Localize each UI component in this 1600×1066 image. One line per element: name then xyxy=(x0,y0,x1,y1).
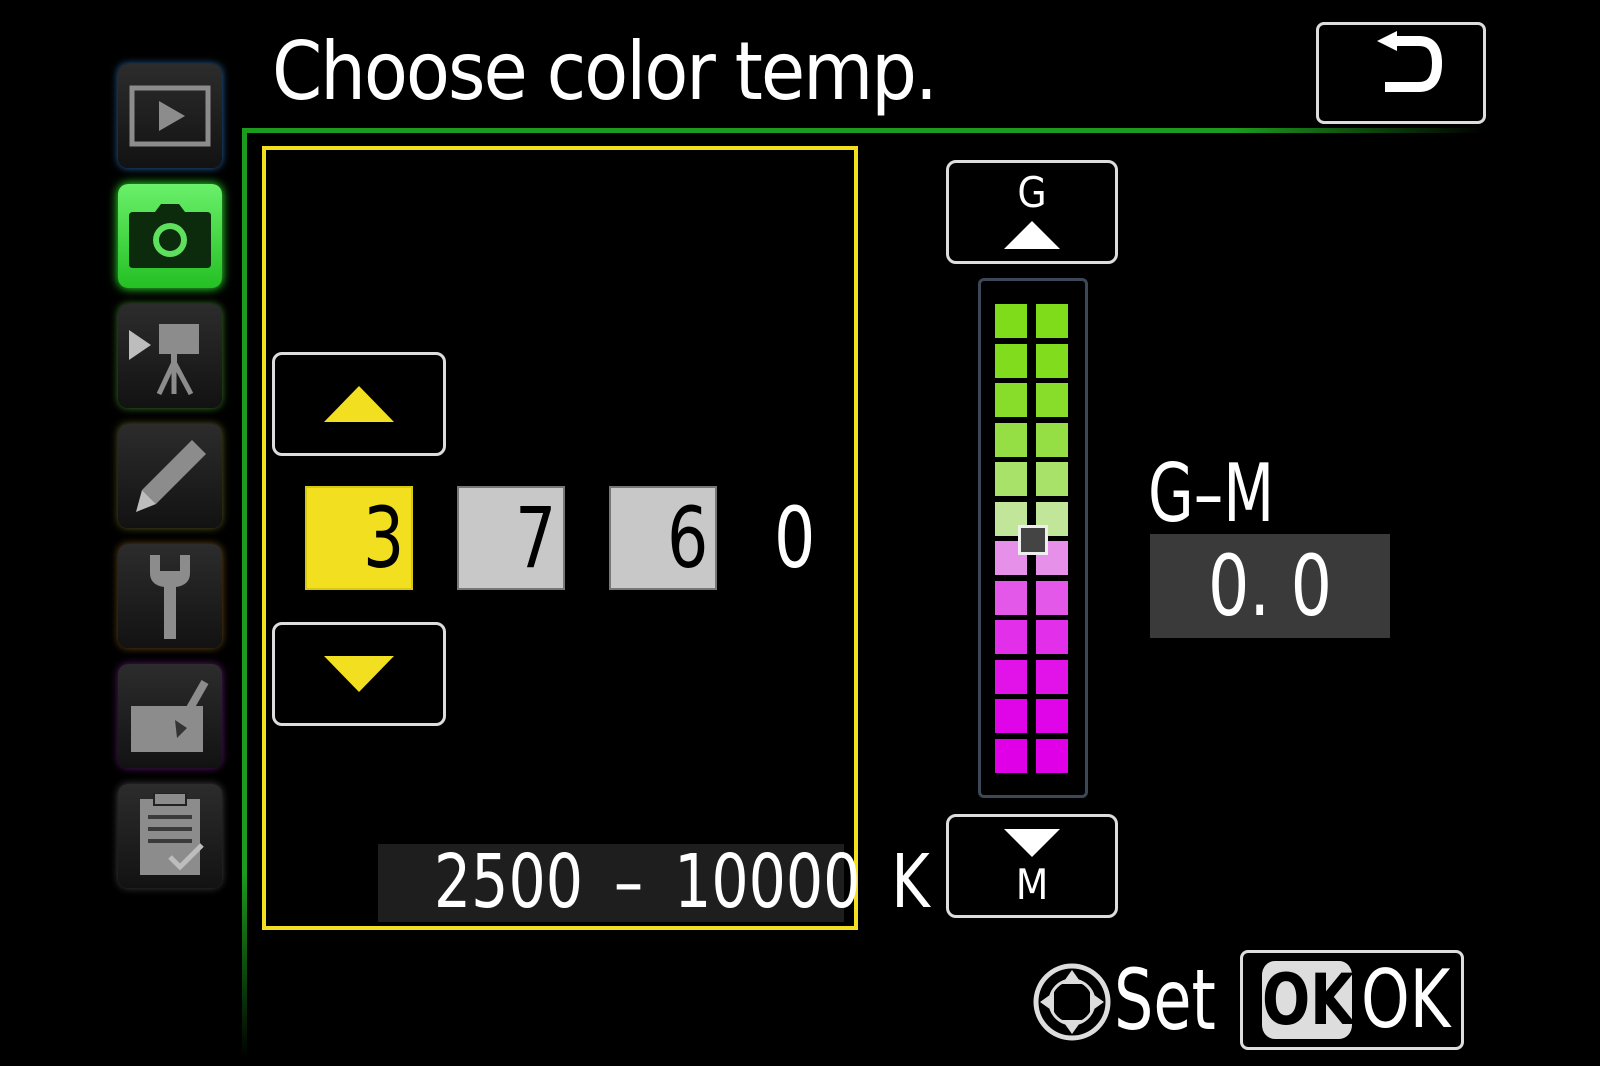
digit-tens: 6 xyxy=(667,489,709,587)
gm-segment xyxy=(995,462,1027,496)
gm-segment xyxy=(995,739,1027,773)
playback-icon xyxy=(129,85,211,147)
temp-range-label: 2500 – 10000 K xyxy=(433,839,930,925)
frame-left-line xyxy=(242,128,247,1058)
gm-value: 0. 0 xyxy=(1208,537,1332,635)
multi-selector-icon xyxy=(1033,963,1111,1041)
magenta-label: M xyxy=(1015,860,1049,909)
triangle-up-icon xyxy=(324,386,394,422)
green-label: G xyxy=(1017,168,1047,217)
gm-segment xyxy=(1036,620,1068,654)
digit-ones: 0 xyxy=(774,489,816,587)
gm-segment xyxy=(1036,383,1068,417)
gm-segment xyxy=(1036,581,1068,615)
gm-slider-marker[interactable] xyxy=(1018,525,1048,555)
gm-segment xyxy=(1036,423,1068,457)
retouch-brush-icon xyxy=(131,680,209,752)
checklist-icon xyxy=(140,793,204,875)
increment-button[interactable] xyxy=(272,352,446,456)
gm-segment xyxy=(1036,344,1068,378)
digit-hundreds: 7 xyxy=(515,489,557,587)
green-shift-button[interactable]: G xyxy=(946,160,1118,264)
gm-segment xyxy=(1036,660,1068,694)
gm-segment xyxy=(1036,304,1068,338)
movie-camera-icon xyxy=(129,324,199,396)
pencil-icon xyxy=(136,440,206,512)
digit-thousands: 3 xyxy=(363,489,405,587)
wrench-icon xyxy=(150,555,190,639)
page-title: Choose color temp. xyxy=(272,25,938,118)
playback-menu-tab[interactable] xyxy=(118,64,222,168)
gm-segment xyxy=(995,304,1027,338)
ok-chip: OK xyxy=(1262,959,1355,1041)
gm-segment xyxy=(1036,699,1068,733)
gm-segment xyxy=(1036,462,1068,496)
triangle-down-icon xyxy=(324,656,394,692)
gm-segment xyxy=(995,581,1027,615)
gm-segment xyxy=(995,383,1027,417)
ok-button[interactable]: OK OK xyxy=(1240,950,1464,1050)
gm-segment xyxy=(995,699,1027,733)
gm-segment xyxy=(995,620,1027,654)
triangle-up-icon xyxy=(1004,221,1060,249)
magenta-shift-button[interactable]: M xyxy=(946,814,1118,918)
gm-segment xyxy=(995,344,1027,378)
gm-label: G–M xyxy=(1148,447,1275,540)
gm-segment xyxy=(995,660,1027,694)
gm-segment xyxy=(1036,739,1068,773)
ok-label: OK xyxy=(1361,953,1451,1046)
movie-shooting-menu-tab[interactable] xyxy=(118,304,222,408)
my-menu-tab[interactable] xyxy=(118,784,222,888)
back-button[interactable] xyxy=(1316,22,1486,124)
frame-top-line xyxy=(242,128,1482,133)
camera-icon xyxy=(129,204,211,268)
retouch-menu-tab[interactable] xyxy=(118,664,222,768)
triangle-down-icon xyxy=(1004,829,1060,857)
custom-settings-menu-tab[interactable] xyxy=(118,424,222,528)
set-label: Set xyxy=(1114,951,1216,1049)
setup-menu-tab[interactable] xyxy=(118,544,222,648)
decrement-button[interactable] xyxy=(272,622,446,726)
gm-segment xyxy=(995,423,1027,457)
back-arrow-icon xyxy=(1377,31,1443,92)
photo-shooting-menu-tab[interactable] xyxy=(118,184,222,288)
